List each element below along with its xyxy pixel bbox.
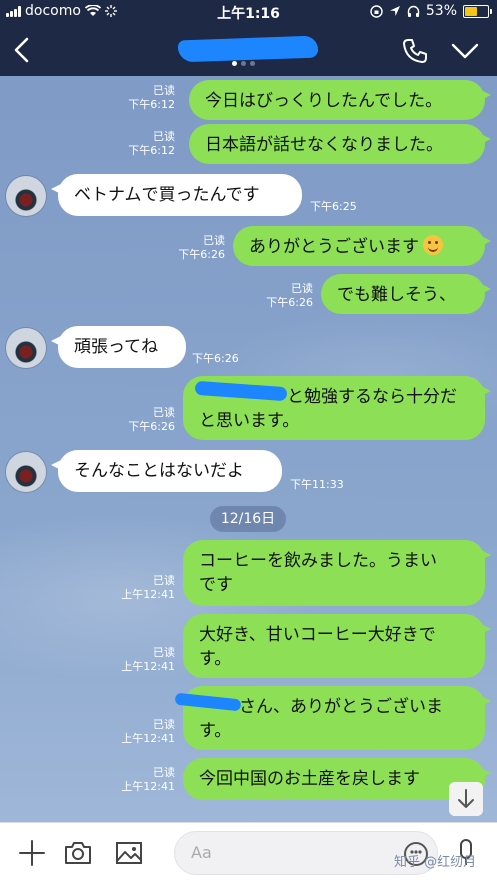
location-icon [389, 6, 400, 16]
status-right: 53% [370, 3, 492, 19]
message-line-2: す。 [199, 721, 232, 741]
message-meta: 已读 上午12:41 [121, 574, 175, 602]
message-meta: 已读 下午6:12 [128, 130, 175, 158]
message-time: 下午6:12 [128, 98, 175, 111]
message-time: 下午6:26 [192, 352, 239, 365]
outgoing-message[interactable]: と勉強するなら十分だ と思います。 [183, 376, 491, 440]
message-time: 上午12:41 [121, 732, 175, 745]
smile-emoji-icon [423, 235, 443, 255]
page-indicator [232, 61, 255, 66]
read-status: 已读 [291, 282, 313, 295]
message-row: 已读 上午12:41 さん、ありがとうございま す。 [0, 686, 497, 750]
message-meta: 已读 上午12:41 [121, 766, 175, 794]
outgoing-message[interactable]: 今回中国のお土産を戻します [183, 758, 491, 800]
status-bar: docomo 上午1:16 53% [0, 0, 497, 24]
outgoing-message[interactable]: コーヒーを飲みました。うまい です [183, 540, 491, 606]
message-meta: 已读 下午6:26 [266, 282, 313, 310]
read-status: 已读 [153, 766, 175, 779]
date-divider: 12/16日 [210, 506, 286, 532]
message-meta: 已读 下午6:26 [128, 406, 175, 434]
message-time: 上午12:41 [121, 780, 175, 793]
outgoing-message[interactable]: 日本語が話せなくなりました。 [189, 124, 491, 164]
message-row: そんなことはないだよ 下午11:33 [0, 450, 497, 494]
incoming-message[interactable]: 頑張ってね [51, 326, 186, 368]
read-status: 已读 [153, 84, 175, 97]
chat-header [0, 24, 497, 76]
message-meta: 已读 上午12:41 [121, 646, 175, 674]
message-row: 已读 上午12:41 大好き、甘いコーヒー大好きで す。 [0, 614, 497, 678]
message-meta: 已读 下午6:26 [178, 234, 225, 262]
read-status: 已读 [153, 130, 175, 143]
message-line-2: と思います。 [199, 411, 300, 431]
message-input[interactable] [189, 842, 393, 863]
read-status: 已读 [153, 646, 175, 659]
contact-avatar[interactable] [6, 328, 46, 368]
message-text: ありがとうございます [249, 237, 419, 257]
message-time: 下午6:26 [266, 296, 313, 309]
read-status: 已读 [153, 406, 175, 419]
rotation-lock-icon [370, 4, 383, 18]
menu-chevron-button[interactable] [450, 38, 480, 64]
message-time: 下午6:26 [178, 248, 225, 261]
read-status: 已读 [153, 574, 175, 587]
outgoing-message[interactable]: 大好き、甘いコーヒー大好きで す。 [183, 614, 491, 678]
call-button[interactable] [400, 36, 430, 66]
watermark: 知乎 @红纫月 [394, 855, 477, 870]
outgoing-message[interactable]: さん、ありがとうございま す。 [174, 686, 491, 750]
message-time: 上午12:41 [121, 588, 175, 601]
image-icon[interactable] [113, 837, 145, 869]
message-row: 已读 下午6:12 今日はびっくりしたんでした。 [0, 80, 497, 120]
headphones-icon [407, 5, 420, 17]
camera-icon[interactable] [62, 837, 94, 869]
scroll-down-button[interactable] [449, 782, 483, 816]
message-row: ベトナムで買ったんです 下午6:25 [0, 174, 497, 218]
outgoing-message[interactable]: でも難しそう、 [321, 274, 491, 314]
message-time: 上午12:41 [121, 660, 175, 673]
back-button[interactable] [8, 34, 38, 66]
message-time: 下午6:26 [128, 420, 175, 433]
message-line-2: す。 [199, 649, 232, 669]
chat-area[interactable]: 已读 下午6:12 今日はびっくりしたんでした。 已读 下午6:12 日本語が話… [0, 76, 497, 822]
message-time: 下午6:25 [310, 200, 357, 213]
contact-name[interactable] [177, 35, 319, 63]
message-time: 下午11:33 [290, 478, 344, 491]
battery-icon [463, 4, 492, 18]
battery-percent: 53% [425, 3, 457, 19]
message-line-1: コーヒーを飲みました。うまい [199, 551, 437, 571]
message-row: 頑張ってね 下午6:26 [0, 326, 497, 370]
outgoing-message[interactable]: ありがとうございます [233, 226, 491, 266]
read-status: 已读 [203, 234, 225, 247]
plus-icon[interactable] [16, 837, 48, 869]
message-line-2: です [199, 575, 233, 595]
message-row: 已读 下午6:26 でも難しそう、 [0, 274, 497, 314]
read-status: 已读 [153, 718, 175, 731]
message-row: 已读 上午12:41 コーヒーを飲みました。うまい です [0, 540, 497, 606]
contact-avatar[interactable] [6, 452, 46, 492]
message-time: 下午6:12 [128, 144, 175, 157]
outgoing-message[interactable]: 今日はびっくりしたんでした。 [189, 80, 491, 120]
message-row: 已读 下午6:26 ありがとうございます [0, 226, 497, 266]
message-meta: 已读 下午6:12 [128, 84, 175, 112]
incoming-message[interactable]: そんなことはないだよ [51, 450, 282, 492]
message-meta: 已读 上午12:41 [121, 718, 175, 746]
message-line-1: 大好き、甘いコーヒー大好きで [199, 625, 436, 645]
message-row: 已读 下午6:12 日本語が話せなくなりました。 [0, 122, 497, 164]
incoming-message[interactable]: ベトナムで買ったんです [51, 174, 302, 216]
contact-avatar[interactable] [6, 176, 46, 216]
message-row: 已读 上午12:41 今回中国のお土産を戻します [0, 758, 497, 800]
message-row: 已读 下午6:26 と勉強するなら十分だ と思います。 [0, 376, 497, 440]
